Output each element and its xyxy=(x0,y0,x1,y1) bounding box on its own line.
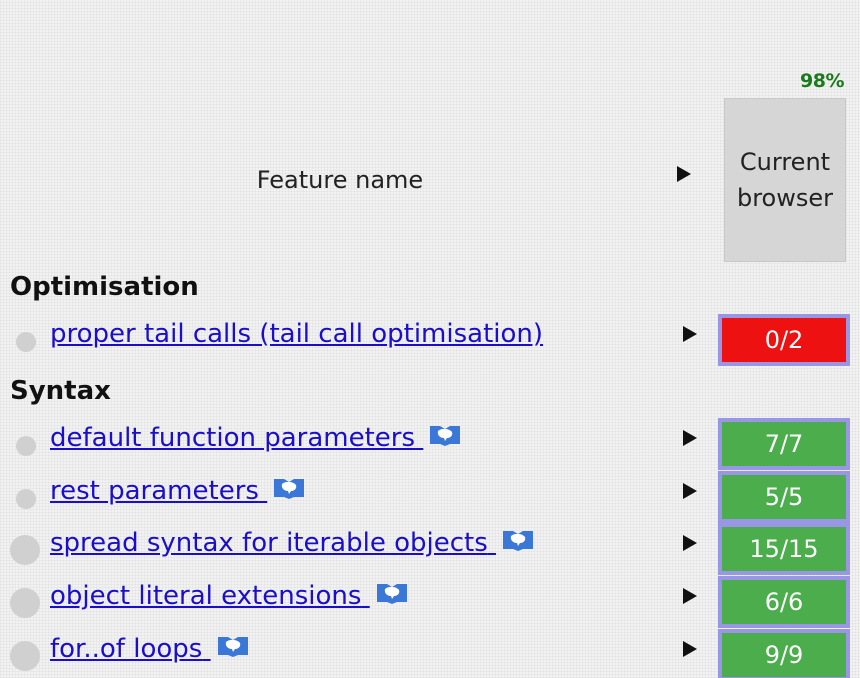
mdn-docs-icon[interactable] xyxy=(502,528,534,552)
bullet-icon xyxy=(10,535,40,565)
expand-arrow-icon[interactable] xyxy=(683,326,697,342)
expand-arrow-icon[interactable] xyxy=(683,641,697,657)
feature-label: for..of loops xyxy=(50,634,203,664)
score-badge[interactable]: 7/7 xyxy=(718,418,850,470)
feature-link[interactable]: rest parameters xyxy=(50,476,305,506)
score-badge[interactable]: 0/2 xyxy=(718,314,850,366)
current-browser-header: Current browser xyxy=(724,98,846,262)
feature-link[interactable]: spread syntax for iterable objects xyxy=(50,528,534,558)
current-browser-header-label: Current browser xyxy=(736,148,834,212)
expand-arrow-icon[interactable] xyxy=(683,535,697,551)
feature-link[interactable]: for..of loops xyxy=(50,634,249,664)
score-value: 0/2 xyxy=(764,326,804,354)
table-header-row: Feature name Current browser xyxy=(0,98,860,262)
bullet-icon xyxy=(16,436,36,456)
feature-row: default function parameters 7/7 xyxy=(0,418,860,470)
score-value: 9/9 xyxy=(764,641,804,669)
feature-row: rest parameters 5/5 xyxy=(0,471,860,523)
expand-arrow-icon[interactable] xyxy=(677,166,691,182)
feature-row: spread syntax for iterable objects 15/15 xyxy=(0,523,860,575)
feature-label: proper tail calls (tail call optimisatio… xyxy=(50,319,544,349)
expand-arrow-icon[interactable] xyxy=(683,588,697,604)
mdn-docs-icon[interactable] xyxy=(376,581,408,605)
bullet-icon xyxy=(16,332,36,352)
bullet-icon xyxy=(10,588,40,618)
mdn-docs-icon[interactable] xyxy=(273,476,305,500)
score-value: 5/5 xyxy=(764,483,804,511)
feature-link[interactable]: default function parameters xyxy=(50,423,461,453)
category-heading-syntax: Syntax xyxy=(10,376,111,406)
score-value: 6/6 xyxy=(764,588,804,616)
feature-label: spread syntax for iterable objects xyxy=(50,528,488,558)
score-badge[interactable]: 9/9 xyxy=(718,629,850,678)
feature-row: proper tail calls (tail call optimisatio… xyxy=(0,314,860,366)
feature-label: object literal extensions xyxy=(50,581,362,611)
score-value: 7/7 xyxy=(764,430,804,458)
feature-row: for..of loops 9/9 xyxy=(0,629,860,678)
score-badge[interactable]: 5/5 xyxy=(718,471,850,523)
score-badge[interactable]: 6/6 xyxy=(718,576,850,628)
feature-link[interactable]: object literal extensions xyxy=(50,581,408,611)
feature-link[interactable]: proper tail calls (tail call optimisatio… xyxy=(50,319,543,349)
feature-label: rest parameters xyxy=(50,476,259,506)
score-badge[interactable]: 15/15 xyxy=(718,523,850,575)
expand-arrow-icon[interactable] xyxy=(683,430,697,446)
score-value: 15/15 xyxy=(749,535,819,563)
feature-name-header: Feature name xyxy=(256,166,424,194)
compat-table-page: 98% Feature name Current browser Optimis… xyxy=(0,0,860,678)
feature-row: object literal extensions 6/6 xyxy=(0,576,860,628)
bullet-icon xyxy=(10,641,40,671)
mdn-docs-icon[interactable] xyxy=(217,634,249,658)
overall-percent: 98% xyxy=(800,70,844,92)
bullet-icon xyxy=(16,489,36,509)
category-heading-optimisation: Optimisation xyxy=(10,272,199,302)
expand-arrow-icon[interactable] xyxy=(683,483,697,499)
feature-label: default function parameters xyxy=(50,423,416,453)
mdn-docs-icon[interactable] xyxy=(429,423,461,447)
